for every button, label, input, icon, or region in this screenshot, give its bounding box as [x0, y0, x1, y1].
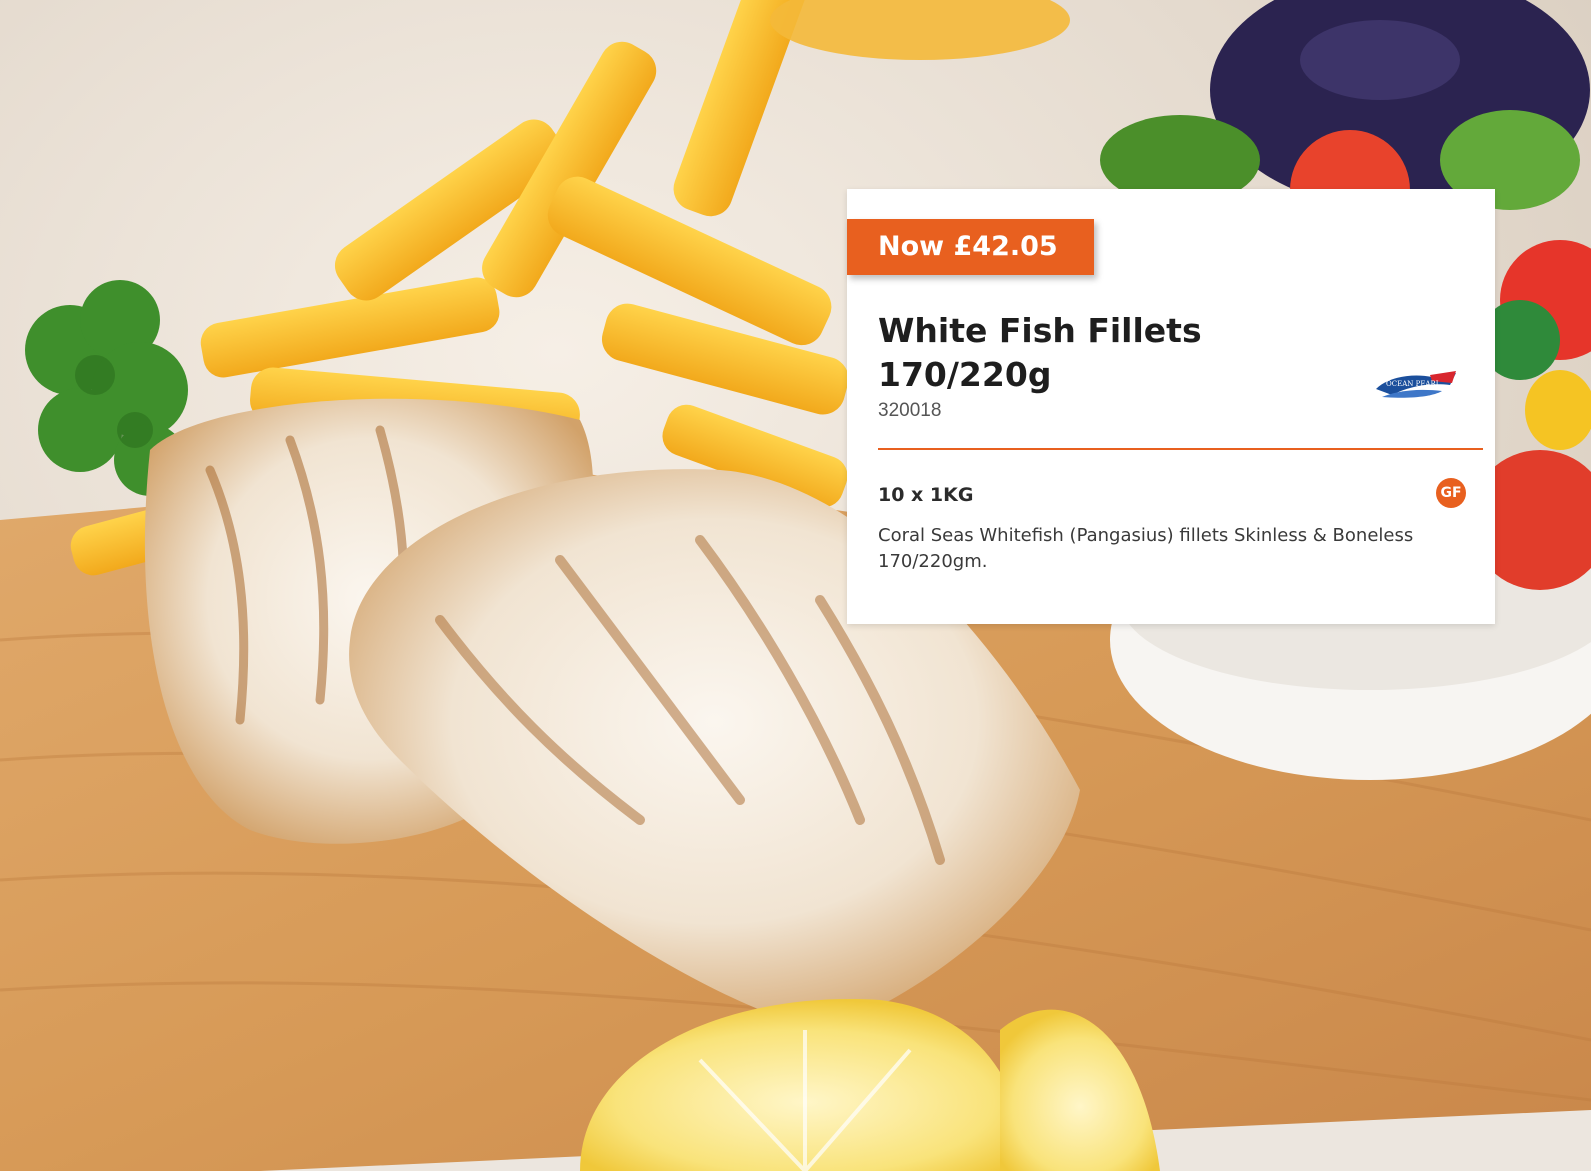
- product-title: White Fish Fillets 170/220g: [878, 309, 1202, 397]
- product-card: Now £42.05 White Fish Fillets 170/220g 3…: [847, 189, 1495, 624]
- ocean-pearl-logo-icon: OCEAN PEARL: [1372, 367, 1464, 403]
- price-tag: Now £42.05: [847, 219, 1094, 275]
- product-description: Coral Seas Whitefish (Pangasius) fillets…: [878, 525, 1414, 572]
- gluten-free-badge-icon: GF: [1436, 478, 1466, 508]
- divider: [878, 448, 1483, 450]
- product-title-line1: White Fish Fillets: [878, 311, 1202, 350]
- svg-text:OCEAN PEARL: OCEAN PEARL: [1386, 380, 1441, 388]
- product-code: 320018: [878, 400, 942, 421]
- pack-size: 10 x 1KG: [878, 484, 974, 506]
- product-title-line2: 170/220g: [878, 355, 1052, 394]
